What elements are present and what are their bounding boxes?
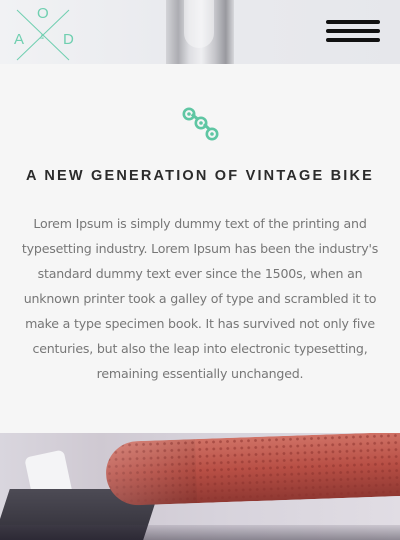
photo-handlebar-tape xyxy=(104,433,400,507)
handlebar-photo xyxy=(0,433,400,540)
header-bike-photo xyxy=(166,0,234,64)
section-headline: A NEW GENERATION OF VINTAGE BIKE xyxy=(25,168,375,184)
header-banner: A O D & xyxy=(0,0,400,64)
menu-bar-top xyxy=(326,20,380,24)
photo-bottom-shadow xyxy=(0,525,400,540)
logo-ampersand: & xyxy=(40,35,45,41)
section-body-text: Lorem Ipsum is simply dummy text of the … xyxy=(21,216,379,381)
hamburger-menu-icon[interactable] xyxy=(326,18,382,46)
brand-logo[interactable]: A O D & xyxy=(10,4,76,62)
menu-bar-middle xyxy=(326,29,380,33)
menu-bar-bottom xyxy=(326,38,380,42)
logo-letter-o: O xyxy=(37,5,49,22)
bike-chain-icon xyxy=(182,107,219,141)
logo-letter-a: A xyxy=(14,31,25,48)
intro-section: A NEW GENERATION OF VINTAGE BIKE Lorem I… xyxy=(0,64,400,433)
logo-letter-d: D xyxy=(63,31,74,48)
